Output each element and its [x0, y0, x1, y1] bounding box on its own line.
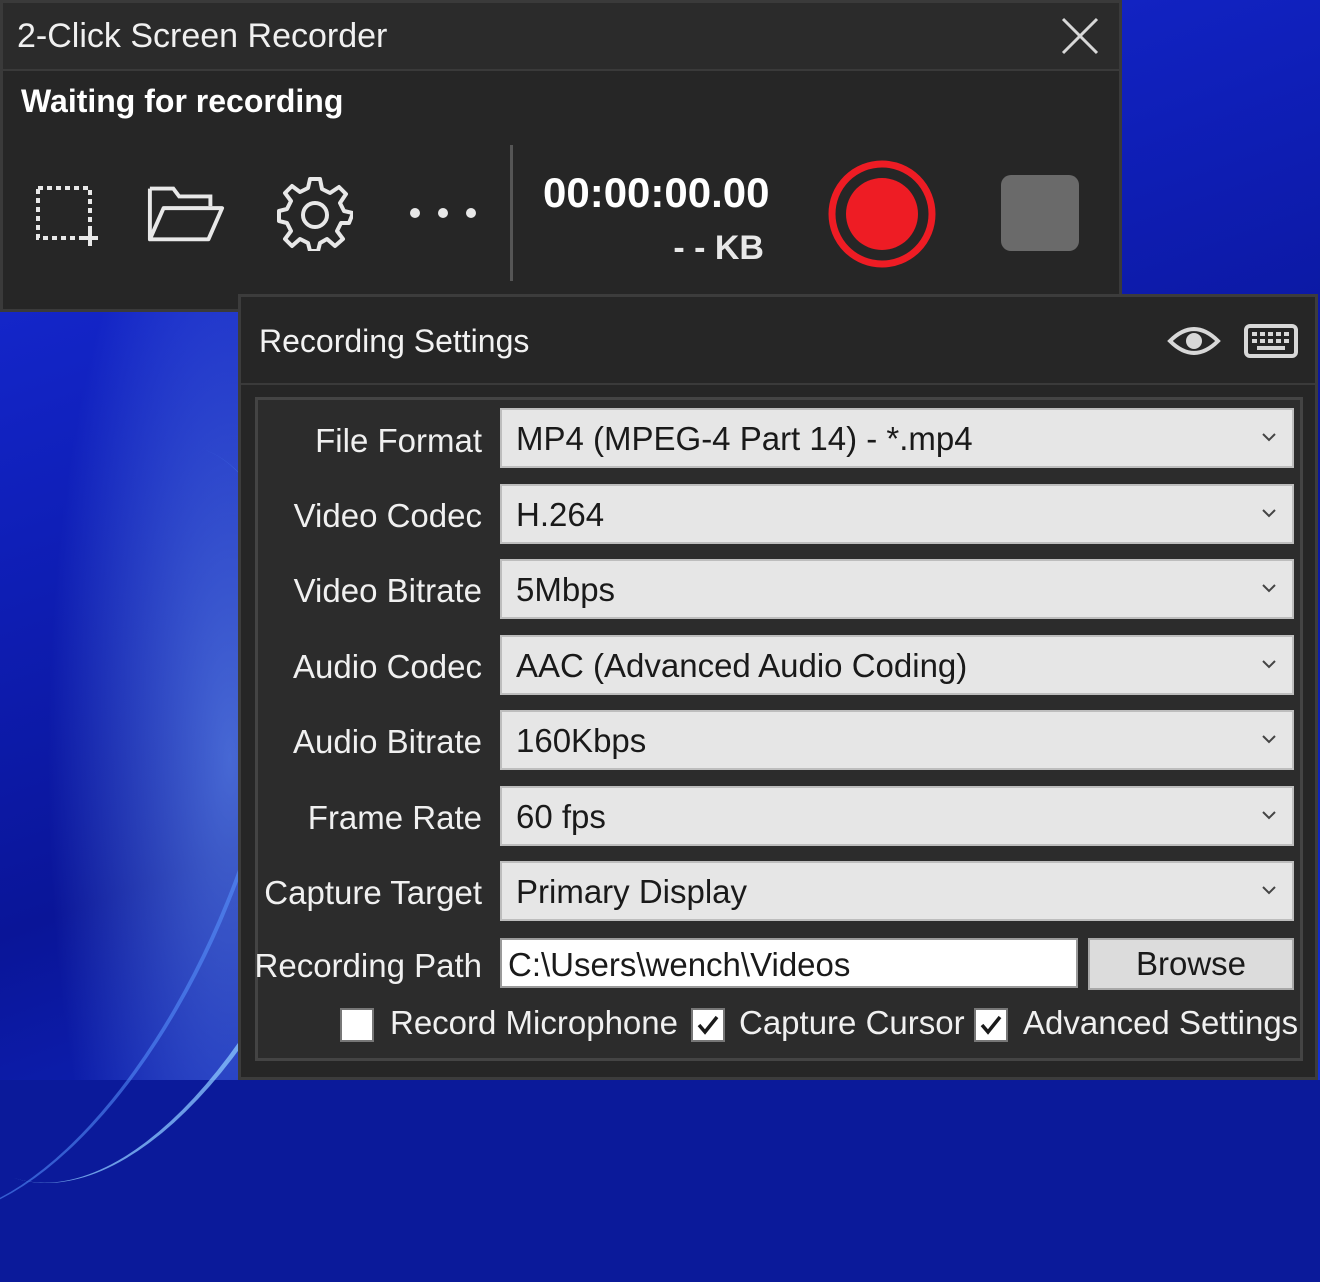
video-codec-select[interactable]: H.264 — [500, 484, 1294, 544]
frame-rate-select[interactable]: 60 fps — [500, 786, 1294, 846]
recording-path-label: Recording Path — [254, 947, 482, 984]
file-format-value: MP4 (MPEG-4 Part 14) - *.mp4 — [516, 420, 973, 457]
advanced-settings-checkbox[interactable] — [974, 1008, 1008, 1042]
toolbar-divider — [510, 145, 513, 281]
video-bitrate-label: Video Bitrate — [293, 572, 482, 609]
folder-open-icon — [147, 186, 225, 242]
file-size: - - KB — [673, 229, 764, 267]
recording-path-input[interactable]: C:\Users\wench\Videos — [500, 938, 1078, 988]
chevron-down-icon — [1262, 660, 1276, 669]
recorder-window: 2-Click Screen Recorder Waiting for reco… — [0, 0, 1122, 312]
record-microphone-checkbox[interactable] — [340, 1008, 374, 1042]
settings-button[interactable] — [275, 173, 355, 253]
audio-codec-label: Audio Codec — [293, 648, 482, 685]
audio-codec-value: AAC (Advanced Audio Coding) — [516, 647, 968, 684]
title-bar[interactable]: 2-Click Screen Recorder — [3, 3, 1119, 71]
checkmark-icon — [697, 1015, 719, 1035]
video-codec-value: H.264 — [516, 496, 605, 533]
select-region-icon — [36, 186, 98, 246]
eye-icon[interactable] — [1167, 321, 1221, 361]
capture-cursor-label: Capture Cursor — [739, 1004, 965, 1041]
capture-cursor-checkbox[interactable] — [691, 1008, 725, 1042]
file-format-select[interactable]: MP4 (MPEG-4 Part 14) - *.mp4 — [500, 408, 1294, 468]
open-folder-button[interactable] — [146, 173, 226, 253]
chevron-down-icon — [1262, 584, 1276, 593]
recording-path-value: C:\Users\wench\Videos — [508, 946, 851, 983]
chevron-down-icon — [1262, 735, 1276, 744]
settings-title: Recording Settings — [259, 323, 530, 359]
capture-target-select[interactable]: Primary Display — [500, 861, 1294, 921]
recording-status: Waiting for recording — [21, 83, 344, 119]
keyboard-icon[interactable] — [1243, 321, 1299, 361]
recording-settings-panel: Recording Settings File Format MP4 (MPEG… — [238, 294, 1318, 1080]
more-options-button[interactable] — [403, 173, 483, 253]
video-bitrate-select[interactable]: 5Mbps — [500, 559, 1294, 619]
more-icon — [410, 208, 476, 218]
select-region-button[interactable] — [25, 173, 105, 253]
close-icon[interactable] — [1059, 15, 1101, 57]
settings-header: Recording Settings — [241, 297, 1315, 385]
settings-body: File Format MP4 (MPEG-4 Part 14) - *.mp4… — [255, 397, 1303, 1061]
advanced-settings-label: Advanced Settings — [1023, 1004, 1299, 1041]
stop-button[interactable] — [1001, 175, 1079, 251]
frame-rate-label: Frame Rate — [307, 799, 482, 836]
window-title: 2-Click Screen Recorder — [17, 17, 388, 55]
audio-bitrate-select[interactable]: 160Kbps — [500, 710, 1294, 770]
browse-button[interactable]: Browse — [1088, 938, 1294, 990]
capture-target-value: Primary Display — [516, 873, 748, 910]
video-codec-label: Video Codec — [293, 497, 482, 534]
record-microphone-label: Record Microphone — [390, 1004, 678, 1041]
checkmark-icon — [980, 1015, 1002, 1035]
capture-target-label: Capture Target — [264, 874, 482, 911]
chevron-down-icon — [1262, 509, 1276, 518]
gear-icon — [277, 177, 353, 251]
elapsed-time: 00:00:00.00 — [543, 169, 770, 216]
audio-bitrate-value: 160Kbps — [516, 722, 647, 759]
chevron-down-icon — [1262, 811, 1276, 820]
audio-codec-select[interactable]: AAC (Advanced Audio Coding) — [500, 635, 1294, 695]
record-button[interactable] — [827, 159, 937, 269]
chevron-down-icon — [1262, 886, 1276, 895]
video-bitrate-value: 5Mbps — [516, 571, 616, 608]
audio-bitrate-label: Audio Bitrate — [293, 723, 482, 760]
file-format-label: File Format — [315, 422, 482, 459]
chevron-down-icon — [1262, 433, 1276, 442]
frame-rate-value: 60 fps — [516, 798, 606, 835]
